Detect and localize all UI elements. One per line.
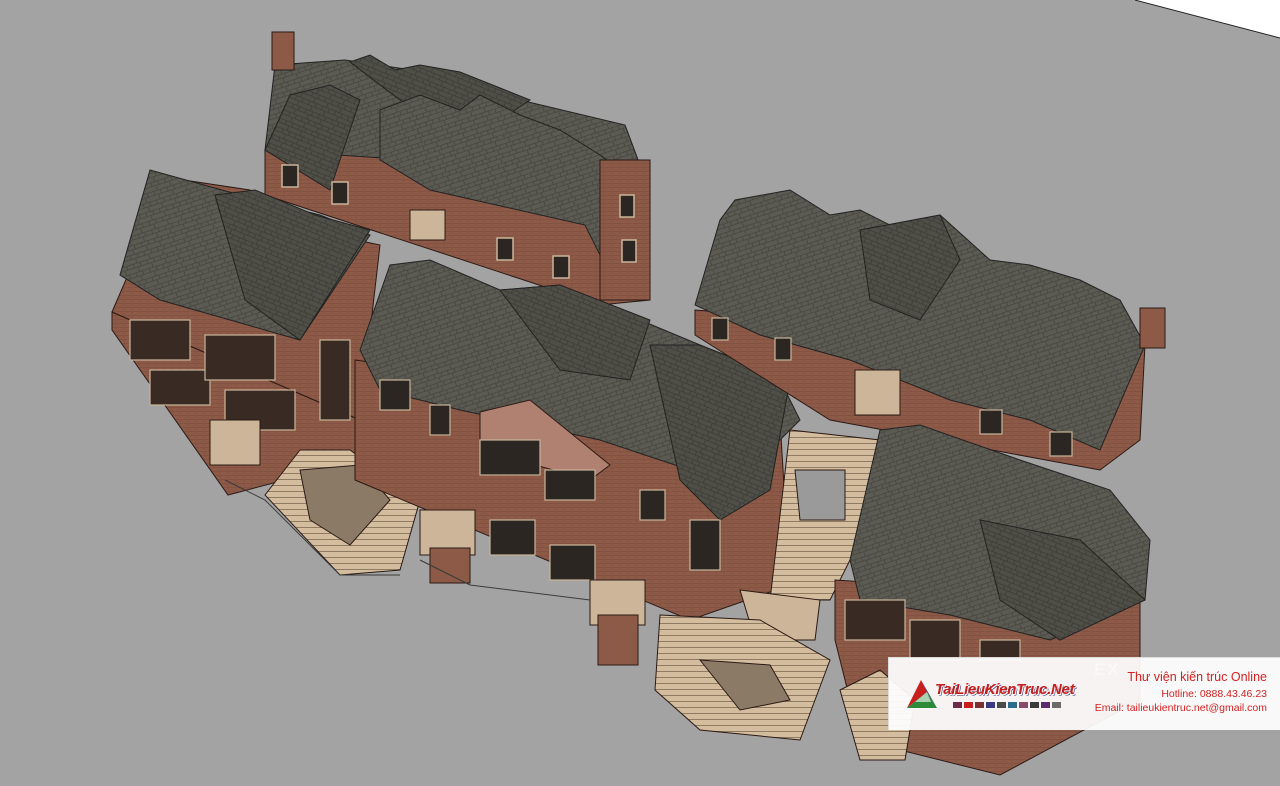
ground-edge: [1134, 0, 1280, 39]
tailieukientruc-logo: TaiLieuKienTruc.Net: [901, 672, 1076, 712]
watermark-title: Thư viện kiến trúc Online: [1127, 670, 1267, 684]
logo-swatches: [953, 702, 1061, 708]
watermark-hotline: Hotline: 0888.43.46.23: [1161, 688, 1267, 700]
logo-text: TaiLieuKienTruc.Net: [935, 681, 1075, 698]
watermark-banner: EX TaiLieuKienTruc.Net Thư viện kiến trú…: [888, 657, 1280, 730]
watermark-email: Email: tailieukientruc.net@gmail.com: [1094, 702, 1267, 714]
watermark-info: Thư viện kiến trúc Online Hotline: 0888.…: [1095, 670, 1267, 715]
